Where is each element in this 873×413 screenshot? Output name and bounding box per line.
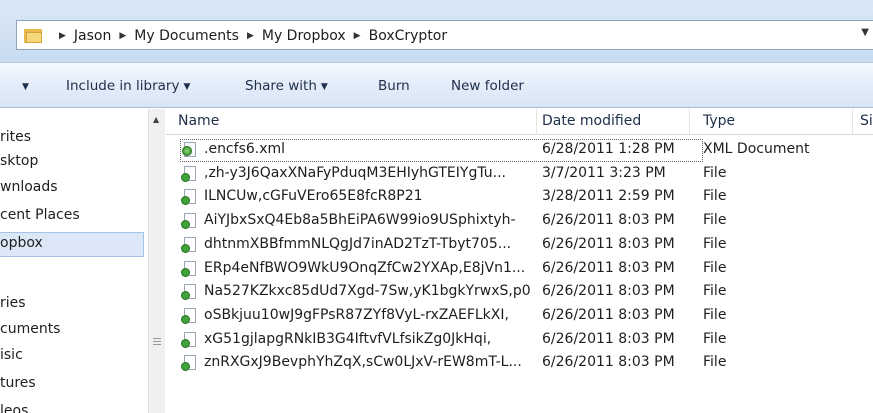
table-row[interactable]: .encfs6.xml 6/28/2011 1:28 PM XML Document xyxy=(166,139,873,162)
nav-item-libraries[interactable]: ries xyxy=(0,295,26,311)
burn-button[interactable]: Burn xyxy=(378,78,410,94)
file-date-modified: 6/26/2011 8:03 PM xyxy=(542,330,675,347)
breadcrumb-item-my-dropbox[interactable]: My Dropbox xyxy=(262,28,346,44)
file-name: oSBkjuu10wJ9gFPsR87ZYf8VyL-rxZAEFLkXI, xyxy=(204,306,509,323)
folder-icon xyxy=(24,27,42,43)
new-folder-button[interactable]: New folder xyxy=(451,78,524,94)
share-with-button[interactable]: Share with ▼ xyxy=(245,78,328,94)
include-in-library-label: Include in library xyxy=(66,78,180,94)
file-date-modified: 3/28/2011 2:59 PM xyxy=(542,188,675,205)
breadcrumb-item-jason[interactable]: Jason xyxy=(74,28,111,44)
table-row[interactable]: AiYJbxSxQ4Eb8a5BhEiPA6W99io9USphixtyh- 6/… xyxy=(166,210,873,233)
table-row[interactable]: znRXGxJ9BevphYhZqX,sCw0LJxV-rEW8mT-L... 6… xyxy=(166,352,873,375)
address-bar[interactable]: ▶ Jason ▶ My Documents ▶ My Dropbox ▶ Bo… xyxy=(16,20,873,50)
file-date-modified: 6/26/2011 8:03 PM xyxy=(542,354,675,371)
file-type: File xyxy=(703,188,727,205)
chevron-down-icon: ▼ xyxy=(22,82,29,92)
nav-item-pictures[interactable]: tures xyxy=(0,375,36,391)
breadcrumb: ▶ Jason ▶ My Documents ▶ My Dropbox ▶ Bo… xyxy=(51,27,447,45)
file-date-modified: 3/7/2011 3:23 PM xyxy=(542,164,666,181)
file-date-modified: 6/26/2011 8:03 PM xyxy=(542,212,675,229)
file-name: ILNCUw,cGFuVEro65E8fcR8P21 xyxy=(204,188,423,205)
file-type: File xyxy=(703,306,727,323)
nav-item-favorites[interactable]: rites xyxy=(0,129,31,145)
file-date-modified: 6/28/2011 1:28 PM xyxy=(542,141,675,157)
column-header-row: Name Date modified Type Si xyxy=(166,109,873,135)
navigation-pane: rites sktop wnloads cent Places opbox ri… xyxy=(0,109,147,413)
breadcrumb-chevron-icon[interactable]: ▶ xyxy=(239,31,262,41)
scroll-thumb-grip[interactable] xyxy=(153,338,161,345)
file-icon xyxy=(181,213,198,230)
file-name: Na527KZkxc85dUd7Xgd-7Sw,yK1bgkYrwxS,p0 xyxy=(204,283,531,300)
file-name: znRXGxJ9BevphYhZqX,sCw0LJxV-rEW8mT-L... xyxy=(204,354,522,371)
file-icon xyxy=(181,165,198,183)
breadcrumb-item-my-documents[interactable]: My Documents xyxy=(134,28,239,44)
file-type: File xyxy=(703,164,727,181)
scroll-up-arrow-icon[interactable]: ▲ xyxy=(153,115,159,124)
file-icon xyxy=(181,189,198,206)
breadcrumb-chevron-icon[interactable]: ▶ xyxy=(111,31,134,41)
file-type: File xyxy=(703,259,727,276)
nav-scrollbar[interactable]: ▲ xyxy=(148,109,165,413)
file-name: ERp4eNfBWO9WkU9OnqZfCw2YXAp,E8jVn1... xyxy=(204,259,526,276)
nav-item-desktop[interactable]: sktop xyxy=(0,153,38,169)
address-bar-area: ▶ Jason ▶ My Documents ▶ My Dropbox ▶ Bo… xyxy=(0,0,873,62)
breadcrumb-chevron-icon[interactable]: ▶ xyxy=(346,31,369,41)
file-icon xyxy=(181,355,198,372)
file-icon xyxy=(181,331,198,349)
command-bar: ▼ Include in library ▼ Share with ▼ Burn N… xyxy=(0,62,873,108)
file-date-modified: 6/26/2011 8:03 PM xyxy=(542,259,675,276)
file-type: File xyxy=(703,212,727,229)
table-row[interactable]: dhtnmXBBfmmNLQgJd7inAD2TzT-Tbyt705... 6/2… xyxy=(166,234,873,257)
breadcrumb-chevron-icon[interactable]: ▶ xyxy=(51,31,74,41)
table-row[interactable]: xG51gjlapgRNkIB3G4IftvfVLfsikZg0JkHqi, 6/… xyxy=(166,329,873,352)
file-date-modified: 6/26/2011 8:03 PM xyxy=(542,235,675,252)
xml-file-icon xyxy=(181,142,198,159)
file-name: dhtnmXBBfmmNLQgJd7inAD2TzT-Tbyt705... xyxy=(204,235,512,252)
organize-dropdown-icon[interactable]: ▼ xyxy=(18,78,29,94)
table-row[interactable]: oSBkjuu10wJ9gFPsR87ZYf8VyL-rxZAEFLkXI, 6/… xyxy=(166,305,873,328)
column-header-type[interactable]: Type xyxy=(690,109,853,135)
file-type: File xyxy=(703,235,727,252)
column-header-date-modified[interactable]: Date modified xyxy=(537,109,690,135)
table-row[interactable]: ERp4eNfBWO9WkU9OnqZfCw2YXAp,E8jVn1... 6/2… xyxy=(166,258,873,281)
file-icon xyxy=(181,236,198,254)
nav-item-videos[interactable]: leos xyxy=(0,403,28,413)
nav-item-downloads[interactable]: wnloads xyxy=(0,179,58,195)
nav-item-dropbox[interactable]: opbox xyxy=(0,232,144,257)
file-date-modified: 6/26/2011 8:03 PM xyxy=(542,306,675,323)
nav-item-documents[interactable]: cuments xyxy=(0,321,60,337)
table-row[interactable]: ,zh-y3J6QaxXNaFyPduqM3EHIyhGTEIYgTu... 3/… xyxy=(166,163,873,186)
file-icon xyxy=(181,260,198,278)
file-type: File xyxy=(703,354,727,371)
file-name: ,zh-y3J6QaxXNaFyPduqM3EHIyhGTEIYgTu... xyxy=(204,164,506,181)
file-date-modified: 6/26/2011 8:03 PM xyxy=(542,283,675,300)
file-type: XML Document xyxy=(703,141,810,157)
file-name: AiYJbxSxQ4Eb8a5BhEiPA6W99io9USphixtyh- xyxy=(204,212,516,229)
file-type: File xyxy=(703,283,727,300)
address-history-dropdown-icon[interactable]: ▼ xyxy=(861,27,869,38)
file-name: .encfs6.xml xyxy=(204,141,286,157)
chevron-down-icon: ▼ xyxy=(320,82,328,92)
share-with-label: Share with xyxy=(245,78,317,94)
column-header-name[interactable]: Name xyxy=(166,109,537,135)
column-header-size[interactable]: Si xyxy=(853,109,873,135)
table-row[interactable]: Na527KZkxc85dUd7Xgd-7Sw,yK1bgkYrwxS,p0 6/… xyxy=(166,281,873,304)
file-type: File xyxy=(703,330,727,347)
file-icon xyxy=(181,307,198,325)
file-icon xyxy=(181,284,198,301)
table-row[interactable]: ILNCUw,cGFuVEro65E8fcR8P21 3/28/2011 2:59… xyxy=(166,186,873,209)
nav-item-music[interactable]: isic xyxy=(0,347,23,363)
file-name: xG51gjlapgRNkIB3G4IftvfVLfsikZg0JkHqi, xyxy=(204,330,492,347)
nav-item-recent-places[interactable]: cent Places xyxy=(0,207,80,223)
chevron-down-icon: ▼ xyxy=(183,82,191,92)
breadcrumb-item-boxcryptor[interactable]: BoxCryptor xyxy=(369,28,448,44)
file-list: Name Date modified Type Si .encfs6.xml 6/… xyxy=(166,109,873,413)
include-in-library-button[interactable]: Include in library ▼ xyxy=(66,78,190,94)
